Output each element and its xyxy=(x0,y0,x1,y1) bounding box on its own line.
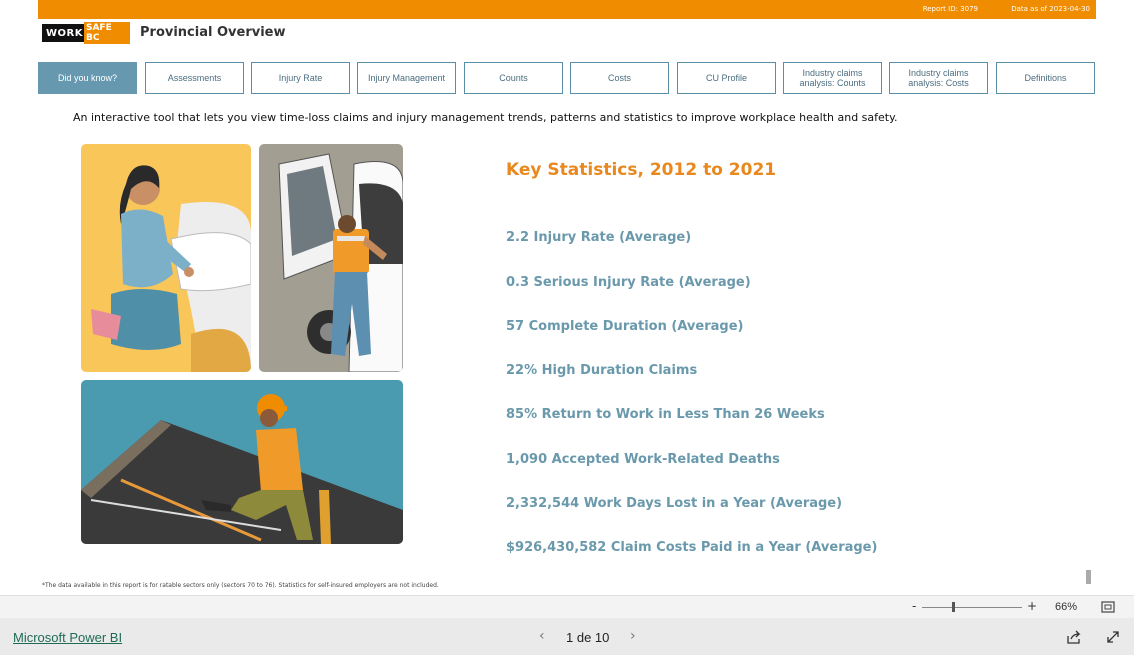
footnote: *The data available in this report is fo… xyxy=(42,582,439,589)
stat-work-days-lost: 2,332,544 Work Days Lost in a Year (Aver… xyxy=(506,496,843,511)
power-bi-link[interactable]: Microsoft Power BI xyxy=(13,630,122,645)
report-canvas: Report ID: 3079 Data as of 2023-04-30 WO… xyxy=(38,0,1096,595)
tab-did-you-know[interactable]: Did you know? xyxy=(38,62,137,94)
top-banner: Report ID: 3079 Data as of 2023-04-30 xyxy=(38,0,1096,19)
tab-assessments[interactable]: Assessments xyxy=(145,62,244,94)
zoom-bar: - + 66% xyxy=(0,595,1134,619)
tab-counts[interactable]: Counts xyxy=(464,62,563,94)
key-statistics-title: Key Statistics, 2012 to 2021 xyxy=(506,160,777,180)
stat-work-related-deaths: 1,090 Accepted Work-Related Deaths xyxy=(506,452,780,467)
tab-definitions[interactable]: Definitions xyxy=(996,62,1095,94)
worksafebc-logo: WORK SAFE BC xyxy=(42,22,130,44)
tab-costs[interactable]: Costs xyxy=(570,62,669,94)
stat-claim-costs: $926,430,582 Claim Costs Paid in a Year … xyxy=(506,540,878,555)
tab-industry-claims-counts[interactable]: Industry claims analysis: Counts xyxy=(783,62,882,94)
data-as-of: Data as of 2023-04-30 xyxy=(1011,5,1090,13)
logo-safebc-text: SAFE BC xyxy=(83,22,130,44)
illustration-care-worker xyxy=(81,144,251,372)
stat-complete-duration: 57 Complete Duration (Average) xyxy=(506,319,744,334)
zoom-out-button[interactable]: - xyxy=(912,599,916,613)
zoom-slider-track[interactable] xyxy=(922,607,1022,608)
zoom-in-button[interactable]: + xyxy=(1027,599,1037,613)
tab-industry-claims-costs[interactable]: Industry claims analysis: Costs xyxy=(889,62,988,94)
tab-cu-profile[interactable]: CU Profile xyxy=(677,62,776,94)
illustration-roofer xyxy=(81,380,403,544)
prev-page-button[interactable]: ‹ xyxy=(539,628,545,644)
logo-work-text: WORK xyxy=(46,27,83,39)
report-id: Report ID: 3079 xyxy=(922,5,978,13)
zoom-slider-thumb[interactable] xyxy=(951,602,955,612)
fit-to-page-icon[interactable] xyxy=(1101,601,1115,613)
fullscreen-icon[interactable] xyxy=(1106,630,1120,644)
page-indicator: 1 de 10 xyxy=(566,630,610,645)
stat-high-duration-claims: 22% High Duration Claims xyxy=(506,363,698,378)
stat-return-to-work: 85% Return to Work in Less Than 26 Weeks xyxy=(506,407,825,422)
stat-serious-injury-rate: 0.3 Serious Injury Rate (Average) xyxy=(506,275,751,290)
vertical-scrollbar[interactable] xyxy=(1086,570,1091,584)
intro-text: An interactive tool that lets you view t… xyxy=(73,111,898,124)
share-icon[interactable] xyxy=(1066,630,1082,644)
page-title: Provincial Overview xyxy=(140,25,286,40)
tab-injury-management[interactable]: Injury Management xyxy=(357,62,456,94)
next-page-button[interactable]: › xyxy=(630,628,636,644)
bottom-bar: Microsoft Power BI ‹ 1 de 10 › xyxy=(0,618,1134,655)
illustration-truck-worker xyxy=(259,144,403,372)
zoom-level: 66% xyxy=(1055,601,1078,613)
tab-injury-rate[interactable]: Injury Rate xyxy=(251,62,350,94)
stat-injury-rate: 2.2 Injury Rate (Average) xyxy=(506,230,692,245)
